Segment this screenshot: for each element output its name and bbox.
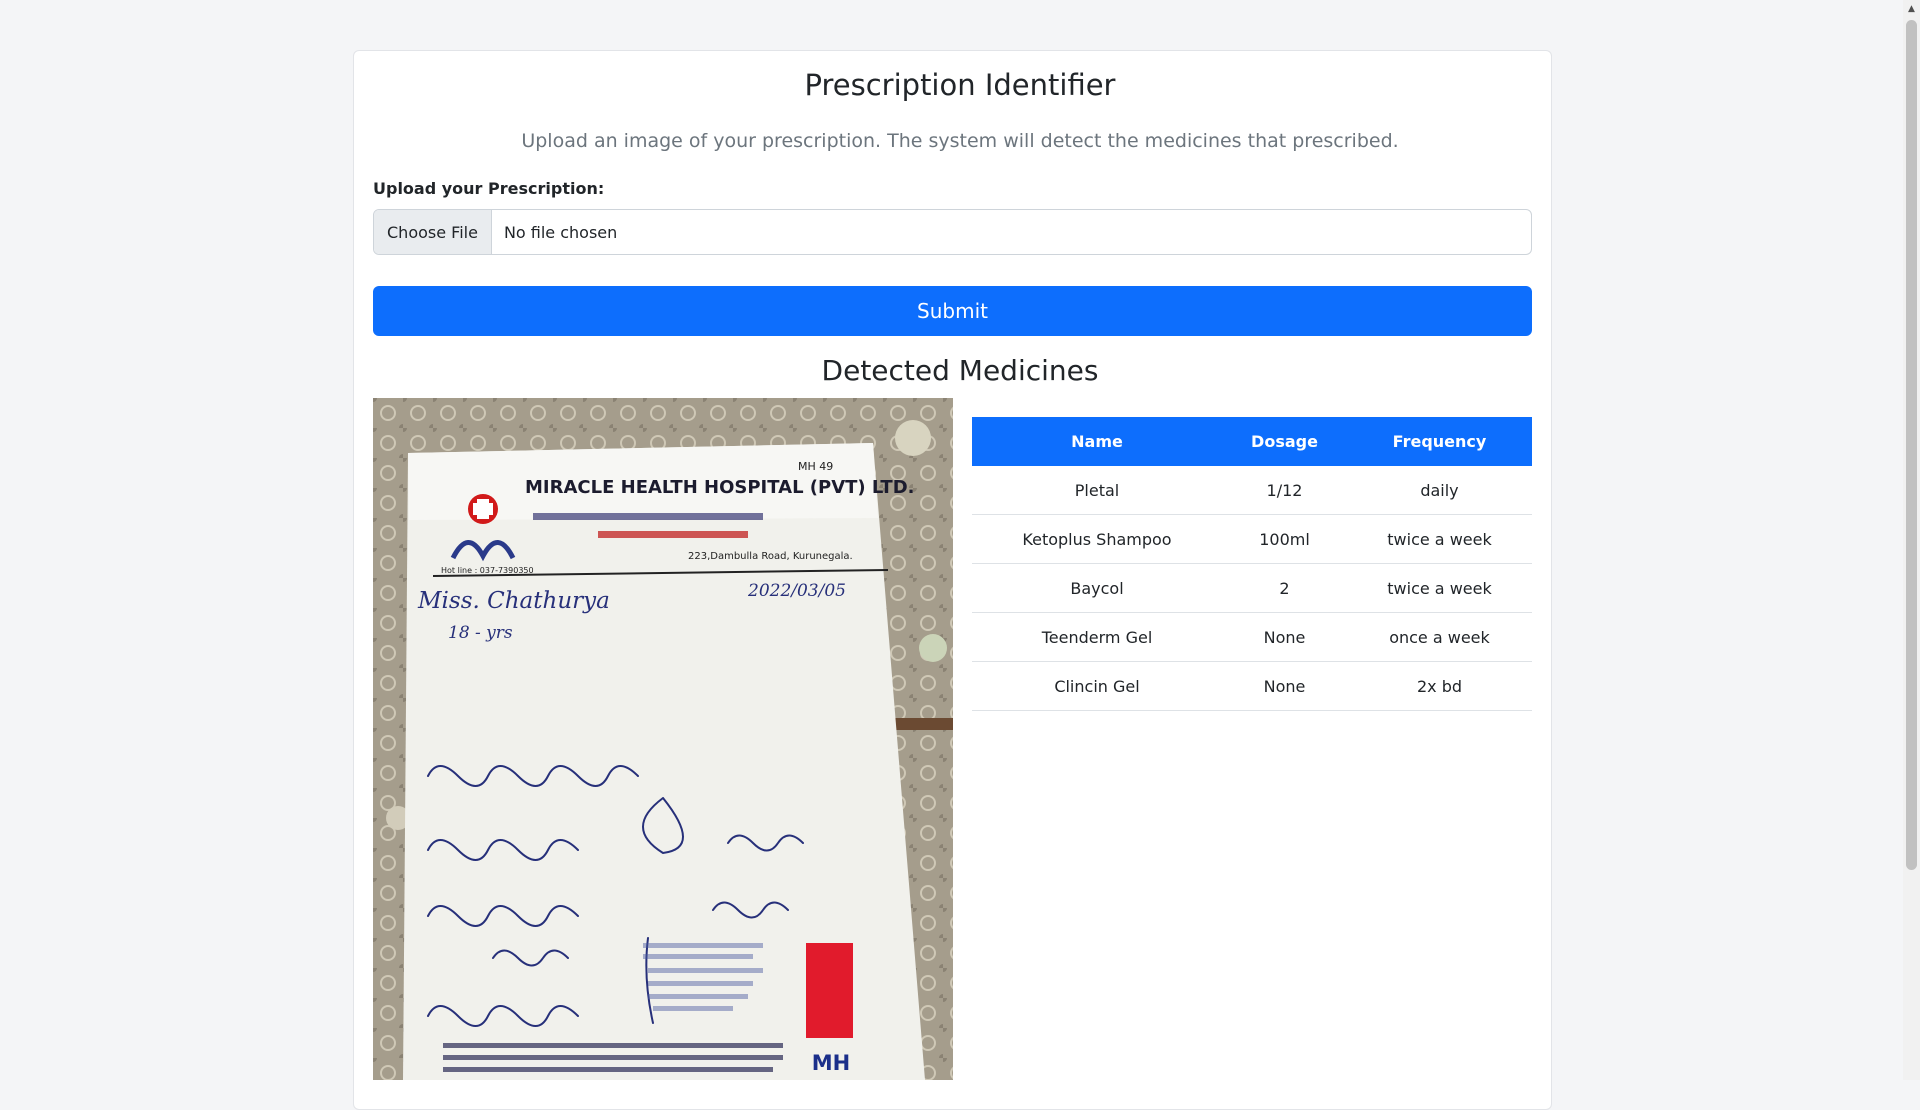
- medicine-dosage: None: [1222, 612, 1347, 662]
- hospital-address-text: 223,Dambulla Road, Kurunegala.: [688, 551, 853, 562]
- page-description: Upload an image of your prescription. Th…: [521, 130, 1399, 152]
- column-header-dosage: Dosage: [1222, 417, 1347, 466]
- table-row: Pletal 1/12 daily: [972, 466, 1532, 515]
- upload-label: Upload your Prescription:: [373, 179, 605, 198]
- medicine-name: Ketoplus Shampoo: [972, 514, 1222, 564]
- medicine-frequency: 2x bd: [1347, 661, 1532, 711]
- column-header-frequency: Frequency: [1347, 417, 1532, 466]
- medicine-dosage: None: [1222, 661, 1347, 711]
- medicine-frequency: once a week: [1347, 612, 1532, 662]
- choose-file-button[interactable]: Choose File: [374, 210, 492, 254]
- table-row: Clincin Gel None 2x bd: [972, 661, 1532, 711]
- file-status-text: No file chosen: [503, 222, 618, 242]
- medicines-table: Name Dosage Frequency Pletal 1/12 daily …: [972, 417, 1532, 711]
- table-row: Baycol 2 twice a week: [972, 563, 1532, 613]
- table-header-row: Name Dosage Frequency: [972, 417, 1532, 466]
- medicine-name: Pletal: [972, 466, 1222, 515]
- hospital-name-text: MIRACLE HEALTH HOSPITAL (PVT) LTD.: [525, 477, 914, 498]
- medicine-dosage: 2: [1222, 563, 1347, 613]
- medicine-dosage: 1/12: [1222, 466, 1347, 515]
- page-scrollbar[interactable]: ▲: [1903, 0, 1920, 1080]
- prescription-photo: MIRACLE HEALTH HOSPITAL (PVT) LTD. MH 49…: [373, 398, 953, 1080]
- scroll-up-arrow-icon[interactable]: ▲: [1903, 0, 1920, 17]
- medicine-name: Teenderm Gel: [972, 612, 1222, 662]
- submit-button[interactable]: Submit: [373, 286, 1532, 336]
- medicine-frequency: daily: [1347, 466, 1532, 515]
- medicine-frequency: twice a week: [1347, 563, 1532, 613]
- patient-name-text: Miss. Chathurya: [417, 588, 610, 614]
- scrollbar-thumb[interactable]: [1906, 20, 1917, 870]
- medicine-name: Baycol: [972, 563, 1222, 613]
- page-title: Prescription Identifier: [804, 68, 1116, 102]
- hospital-code-text: MH 49: [798, 460, 833, 473]
- medicine-frequency: twice a week: [1347, 514, 1532, 564]
- hotline-text: Hot line : 037-7390350: [441, 566, 534, 575]
- table-row: Ketoplus Shampoo 100ml twice a week: [972, 514, 1532, 564]
- prescription-date-text: 2022/03/05: [747, 581, 846, 601]
- mh-logo-text: MH: [812, 1051, 850, 1075]
- detected-medicines-title: Detected Medicines: [821, 354, 1099, 387]
- table-row: Teenderm Gel None once a week: [972, 612, 1532, 662]
- medicine-dosage: 100ml: [1222, 514, 1347, 564]
- medicine-name: Clincin Gel: [972, 661, 1222, 711]
- red-cross-icon: [468, 494, 498, 524]
- prescription-image: MIRACLE HEALTH HOSPITAL (PVT) LTD. MH 49…: [373, 398, 953, 1080]
- patient-age-text: 18 - yrs: [448, 623, 513, 643]
- prescription-file-input[interactable]: Choose File No file chosen: [373, 209, 1532, 255]
- column-header-name: Name: [972, 417, 1222, 466]
